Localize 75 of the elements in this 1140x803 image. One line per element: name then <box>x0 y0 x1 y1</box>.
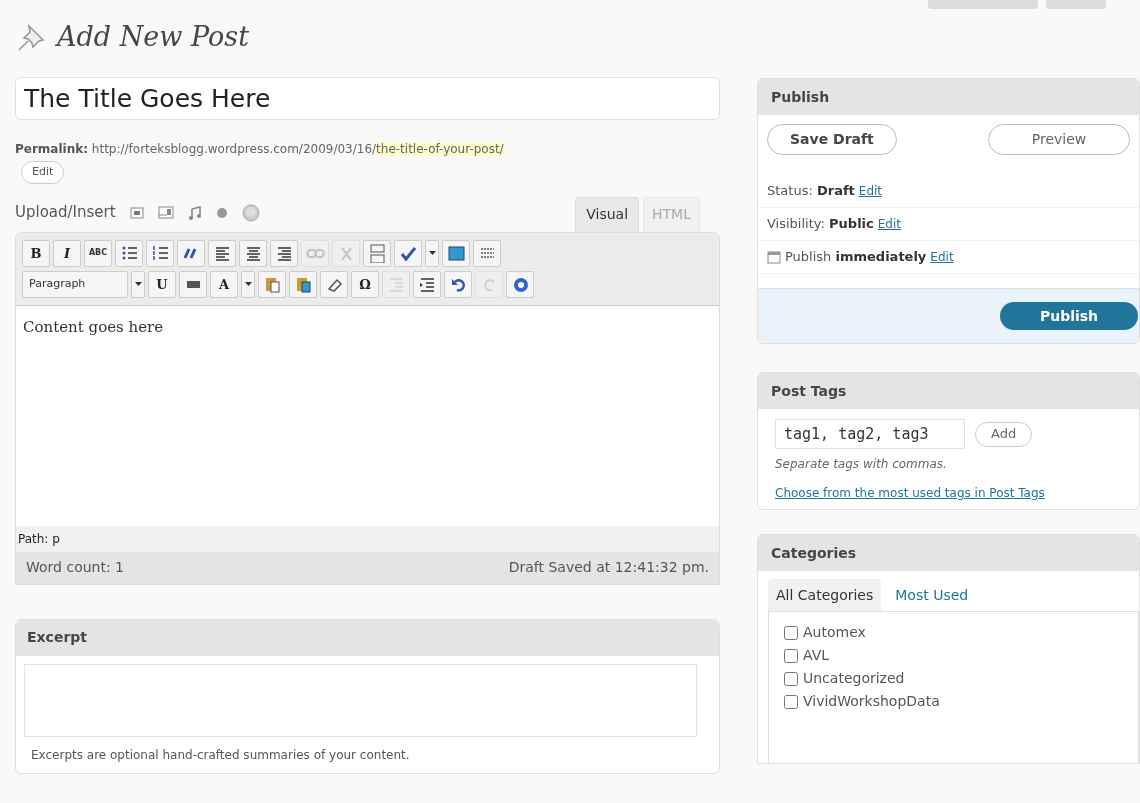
page-break-icon <box>367 243 387 263</box>
word-count: Word count: 1 <box>26 558 124 578</box>
dropdown-button[interactable] <box>131 270 145 298</box>
permalink-text: Permalink: http://forteksblogg.wordpress.com/2009/03/16/the-title-of-your-post/ <box>15 141 504 158</box>
category-label: Automex <box>803 623 866 643</box>
toolbar-button[interactable]: U <box>148 270 176 298</box>
checkbox[interactable] <box>784 648 798 663</box>
status-text: Status: Draft <box>767 182 855 201</box>
checkbox[interactable] <box>784 694 798 709</box>
save-draft-button[interactable]: Save Draft <box>767 124 897 155</box>
most-used-tags-link[interactable]: Choose from the most used tags in Post Tags <box>775 485 1075 502</box>
title-field[interactable]: The Title Goes Here <box>15 77 720 120</box>
numbered-list-icon <box>150 243 170 263</box>
toolbar-button[interactable] <box>179 270 207 298</box>
panel-title: Categories <box>771 543 857 563</box>
edit-link[interactable]: Edit <box>930 248 954 266</box>
category-label: VividWorkshopData <box>803 692 940 712</box>
toolbar-button[interactable] <box>413 270 441 298</box>
preview-button[interactable]: Preview <box>988 124 1130 155</box>
toolbar-button[interactable] <box>115 239 143 267</box>
calendar-icon <box>767 250 781 264</box>
toolbar-button[interactable] <box>146 239 174 267</box>
caret-icon <box>134 282 142 287</box>
toolbar-button[interactable] <box>270 239 298 267</box>
toolbar-button[interactable]: A <box>210 270 238 298</box>
path-label: Path: p <box>18 530 60 548</box>
category-tab[interactable]: Most Used <box>887 579 977 612</box>
category-label: Uncategorized <box>803 669 905 689</box>
toolbar-button[interactable] <box>506 270 534 298</box>
toolbar-button[interactable] <box>258 270 286 298</box>
toolbar-button[interactable] <box>473 239 501 267</box>
publish-button[interactable]: Publish <box>1000 302 1138 330</box>
fullscreen-icon <box>446 243 466 263</box>
panel-title: Publish <box>771 87 830 107</box>
toolbar-button[interactable]: B <box>22 239 50 267</box>
music-icon[interactable] <box>187 205 202 220</box>
tags-hint: Separate tags with commas. <box>774 456 948 473</box>
edit-link[interactable]: Edit <box>858 182 883 200</box>
category-label: AVL <box>803 646 830 666</box>
image-icon[interactable] <box>129 206 144 219</box>
edit-link[interactable]: Edit <box>877 215 902 233</box>
caret-icon <box>428 251 436 256</box>
status-text: Publish immediately <box>785 248 927 267</box>
toolbar-button[interactable] <box>442 239 470 267</box>
upload-insert-label: Upload/Insert <box>15 202 116 224</box>
edit-button[interactable]: Edit <box>21 160 65 184</box>
toolbar-button[interactable] <box>289 270 317 298</box>
checkbox[interactable] <box>784 625 798 640</box>
toolbar-button[interactable]: I <box>53 239 81 267</box>
panel-title: Post Tags <box>771 381 847 401</box>
category-tab[interactable]: All Categories <box>768 579 882 612</box>
toolbar-button[interactable]: ABC <box>84 239 112 267</box>
format-select[interactable]: Paragraph <box>22 270 128 298</box>
caret-icon <box>244 282 252 287</box>
toolbar-button[interactable] <box>239 239 267 267</box>
editor-tab[interactable]: Visual <box>575 196 640 232</box>
toolbar-button[interactable] <box>177 239 205 267</box>
content-text: Content goes here <box>23 316 165 338</box>
toolbar-button[interactable]: Ω <box>351 270 379 298</box>
add-button[interactable]: Add <box>975 421 1033 447</box>
toolbar-button[interactable] <box>444 270 472 298</box>
excerpt-field[interactable] <box>24 663 697 737</box>
toolbar-button[interactable] <box>320 270 348 298</box>
tags-field[interactable]: tag1, tag2, tag3 <box>775 419 965 449</box>
panel-title: Excerpt <box>27 628 87 648</box>
toolbar-button[interactable] <box>208 239 236 267</box>
video-icon[interactable] <box>157 206 174 219</box>
page-heading: Add New Post <box>57 19 249 54</box>
status-text: Visibility: Public <box>767 215 874 234</box>
draft-saved-text: Draft Saved at 12:41:32 pm. <box>508 558 709 578</box>
dropdown-button[interactable] <box>425 239 439 267</box>
excerpt-hint: Excerpts are optional hand-crafted summaries of your content. <box>30 746 411 764</box>
dropdown-button[interactable] <box>241 270 255 298</box>
checkbox[interactable] <box>784 671 798 686</box>
toolbar-button[interactable] <box>394 239 422 267</box>
